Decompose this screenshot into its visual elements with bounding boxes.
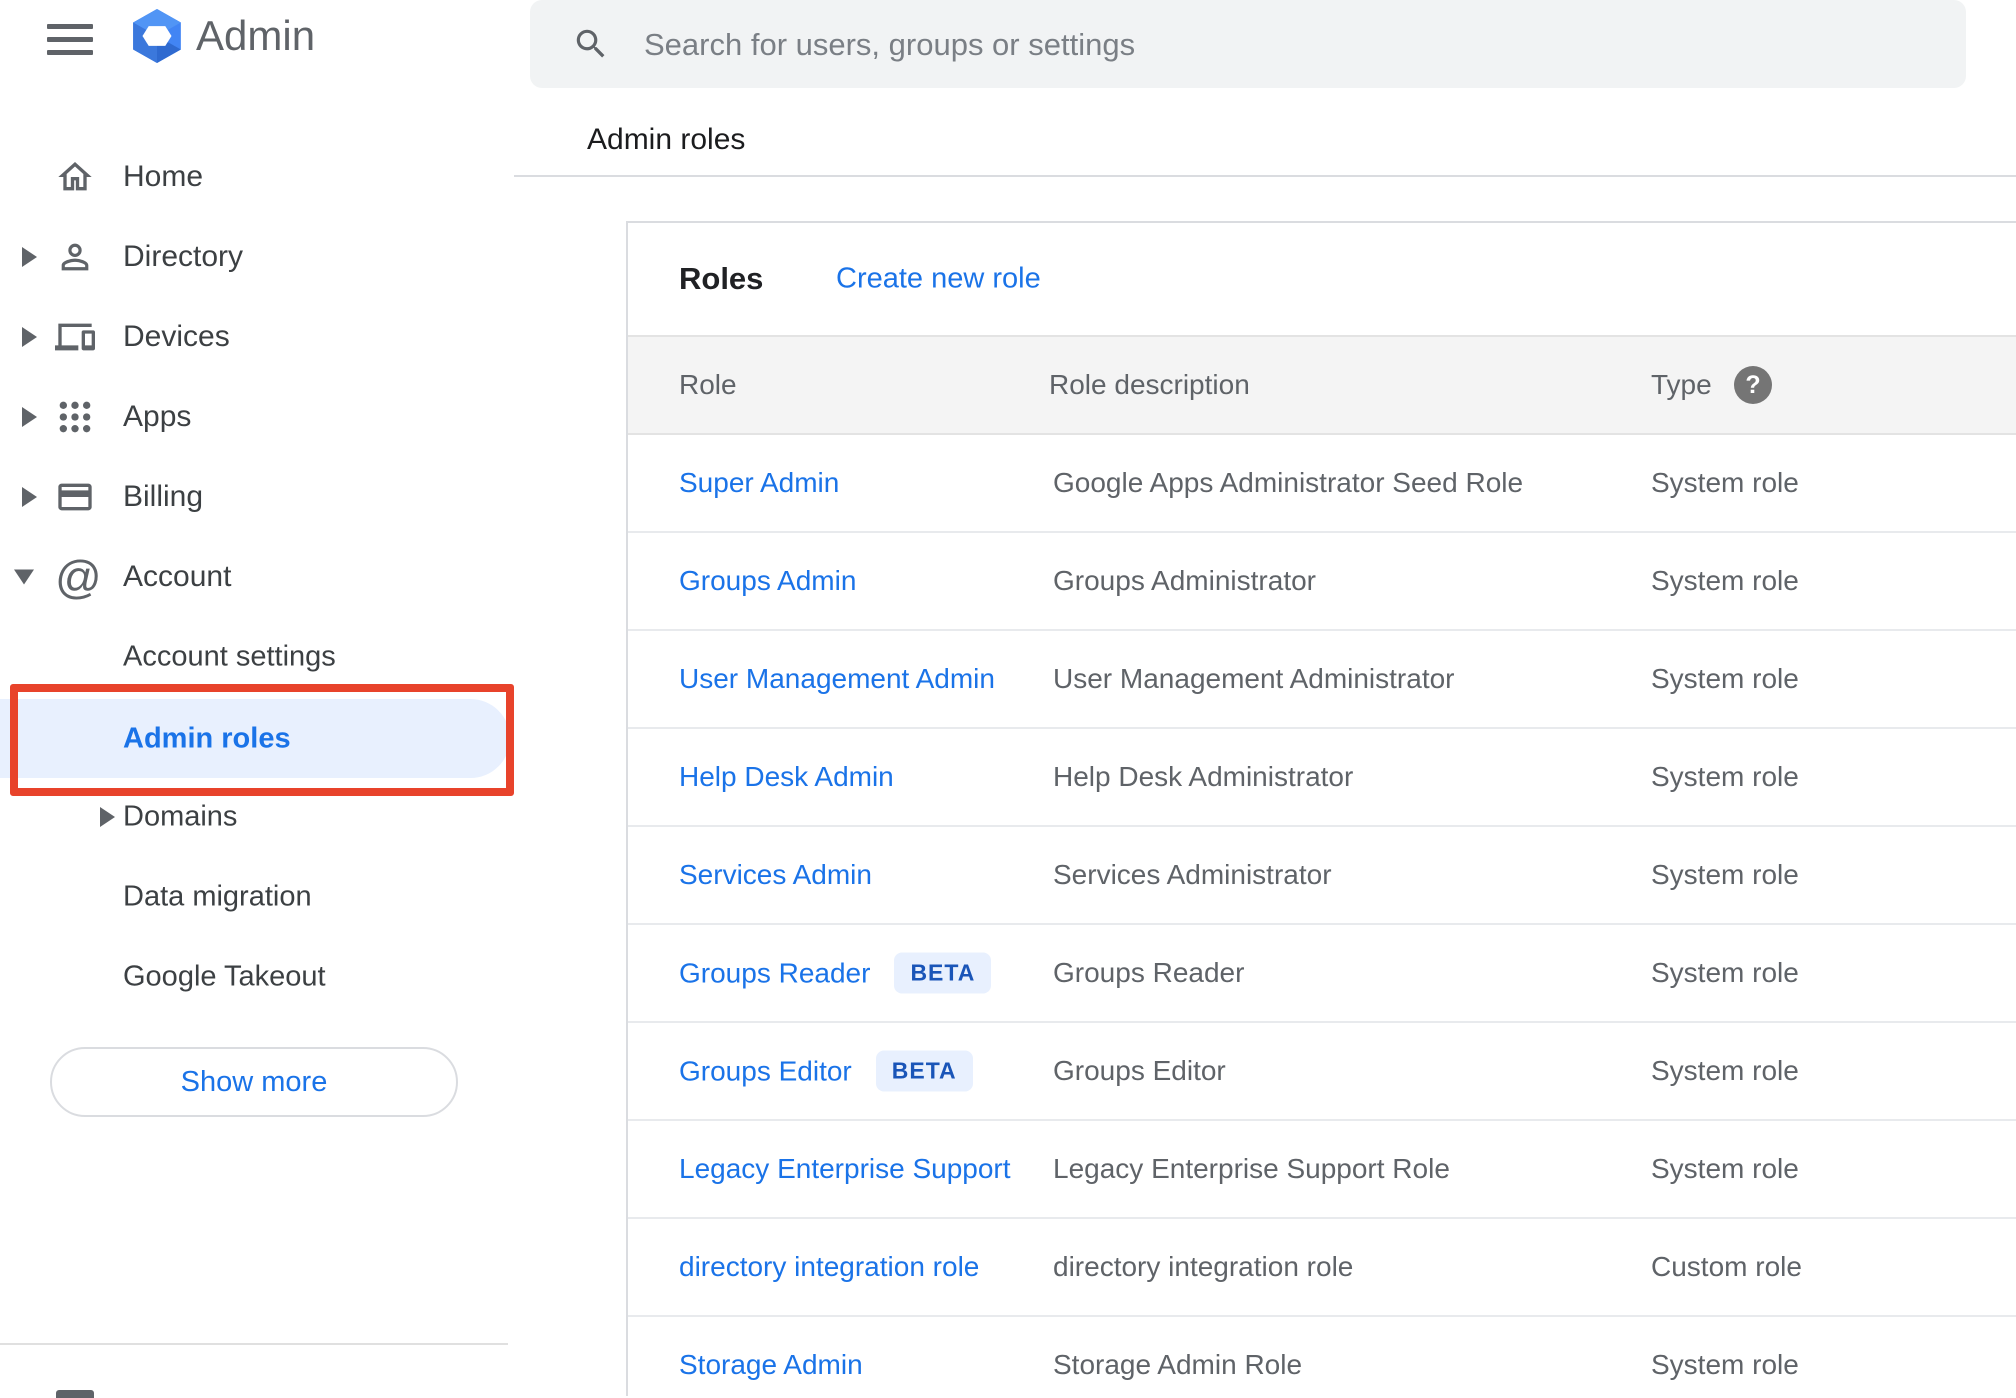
sidebar-item-label: Home (123, 160, 204, 193)
sidebar-item-label: Directory (123, 240, 244, 273)
role-description: Groups Administrator (1053, 565, 1316, 596)
table-row[interactable]: Super Admin Google Apps Administrator Se… (628, 435, 2016, 533)
sidebar-divider (0, 1343, 508, 1345)
role-type: System role (1651, 859, 1799, 890)
header-divider (514, 175, 2016, 177)
sidebar-item-label: Account settings (123, 640, 336, 673)
role-type: System role (1651, 957, 1799, 988)
table-row[interactable]: directory integration role directory int… (628, 1219, 2016, 1317)
role-description: Help Desk Administrator (1053, 761, 1354, 792)
sidebar-item-label: Account (123, 560, 232, 593)
table-row[interactable]: Groups Editor BETA Groups Editor System … (628, 1023, 2016, 1121)
sidebar-item-account[interactable]: @ Account (0, 537, 508, 617)
column-header-type: Type (1651, 369, 1712, 400)
table-row[interactable]: Help Desk Admin Help Desk Administrator … (628, 729, 2016, 827)
sidebar-item-directory[interactable]: Directory (0, 217, 508, 297)
person-icon (55, 237, 95, 277)
table-row[interactable]: Storage Admin Storage Admin Role System … (628, 1317, 2016, 1396)
sidebar-item-data-migration[interactable]: Data migration (0, 857, 508, 937)
sidebar-item-label: Data migration (123, 880, 312, 913)
table-row[interactable]: User Management Admin User Management Ad… (628, 631, 2016, 729)
show-more-button[interactable]: Show more (50, 1047, 458, 1117)
product-title: Admin (196, 12, 316, 59)
sidebar-item-devices[interactable]: Devices (0, 297, 508, 377)
sidebar-item-label: Apps (123, 400, 192, 433)
sidebar-item-account-settings[interactable]: Account settings (0, 617, 508, 697)
role-type: System role (1651, 467, 1799, 498)
admin-console-page: { "app": { "product": "Admin" }, "topbar… (0, 0, 2016, 1398)
role-link[interactable]: directory integration role (679, 1251, 979, 1283)
role-link[interactable]: Super Admin (679, 467, 839, 499)
role-description: Storage Admin Role (1053, 1349, 1303, 1380)
sidebar-item-google-takeout[interactable]: Google Takeout (0, 937, 508, 1017)
beta-badge: BETA (875, 1050, 973, 1092)
role-type: System role (1651, 761, 1799, 792)
role-description: Groups Reader (1053, 957, 1245, 988)
partial-bottom-icon (56, 1390, 94, 1398)
chevron-down-icon (14, 569, 34, 585)
table-row[interactable]: Groups Admin Groups Administrator System… (628, 533, 2016, 631)
sidebar-item-label: Domains (123, 800, 238, 833)
sidebar-item-label: Devices (123, 320, 230, 353)
role-link[interactable]: Groups Admin (679, 565, 856, 597)
apps-grid-icon (55, 397, 95, 437)
chevron-right-icon (22, 327, 37, 347)
admin-logo-icon (128, 8, 186, 64)
table-header-row: Role Role description Type ? (628, 335, 2016, 435)
create-new-role-link[interactable]: Create new role (836, 263, 1041, 296)
table-row[interactable]: Legacy Enterprise Support Legacy Enterpr… (628, 1121, 2016, 1219)
search-input[interactable] (642, 0, 1926, 90)
table-row[interactable]: Services Admin Services Administrator Sy… (628, 827, 2016, 925)
devices-icon (55, 317, 95, 357)
sidebar-item-billing[interactable]: Billing (0, 457, 508, 537)
role-link[interactable]: Services Admin (679, 859, 872, 891)
role-type: System role (1651, 1055, 1799, 1086)
sidebar-item-label: Google Takeout (123, 960, 326, 993)
role-link[interactable]: Storage Admin (679, 1349, 863, 1381)
role-type: System role (1651, 1349, 1799, 1380)
search-bar[interactable] (530, 0, 1966, 90)
menu-hamburger-button[interactable] (47, 24, 93, 61)
sidebar-item-label: Billing (123, 480, 204, 513)
help-icon[interactable]: ? (1734, 366, 1772, 404)
role-link[interactable]: Legacy Enterprise Support (679, 1153, 1011, 1185)
home-icon (55, 157, 95, 197)
chevron-right-icon (22, 407, 37, 427)
column-header-role: Role (679, 369, 737, 400)
chevron-right-icon (22, 487, 37, 507)
beta-badge: BETA (894, 952, 992, 994)
sidebar-item-label: Admin roles (123, 722, 291, 754)
at-sign-icon: @ (55, 551, 102, 603)
credit-card-icon (55, 477, 95, 517)
chevron-right-icon (22, 247, 37, 267)
card-title: Roles (679, 261, 764, 296)
table-row[interactable]: Groups Reader BETA Groups Reader System … (628, 925, 2016, 1023)
roles-card-header: Roles Create new role (628, 223, 2016, 335)
role-description: Legacy Enterprise Support Role (1053, 1153, 1450, 1184)
sidebar-item-domains[interactable]: Domains (0, 777, 508, 857)
role-type: Custom role (1651, 1251, 1802, 1282)
roles-card: Roles Create new role Role Role descript… (626, 221, 2016, 1396)
chevron-right-icon (100, 807, 115, 827)
role-type: System role (1651, 1153, 1799, 1184)
breadcrumb: Admin roles (587, 123, 746, 156)
sidebar-item-home[interactable]: Home (0, 137, 508, 217)
role-description: Groups Editor (1053, 1055, 1226, 1086)
search-icon (572, 25, 610, 63)
column-header-description: Role description (1049, 369, 1250, 400)
role-description: User Management Administrator (1053, 663, 1455, 694)
role-type: System role (1651, 565, 1799, 596)
role-link[interactable]: User Management Admin (679, 663, 995, 695)
sidebar-item-apps[interactable]: Apps (0, 377, 508, 457)
sidebar-item-admin-roles[interactable]: Admin roles (0, 699, 510, 778)
role-link[interactable]: Groups Editor (679, 1055, 852, 1087)
role-link[interactable]: Help Desk Admin (679, 761, 894, 793)
role-link[interactable]: Groups Reader (679, 957, 870, 989)
role-description: Services Administrator (1053, 859, 1332, 890)
role-description: Google Apps Administrator Seed Role (1053, 467, 1524, 498)
role-type: System role (1651, 663, 1799, 694)
role-description: directory integration role (1053, 1251, 1354, 1282)
